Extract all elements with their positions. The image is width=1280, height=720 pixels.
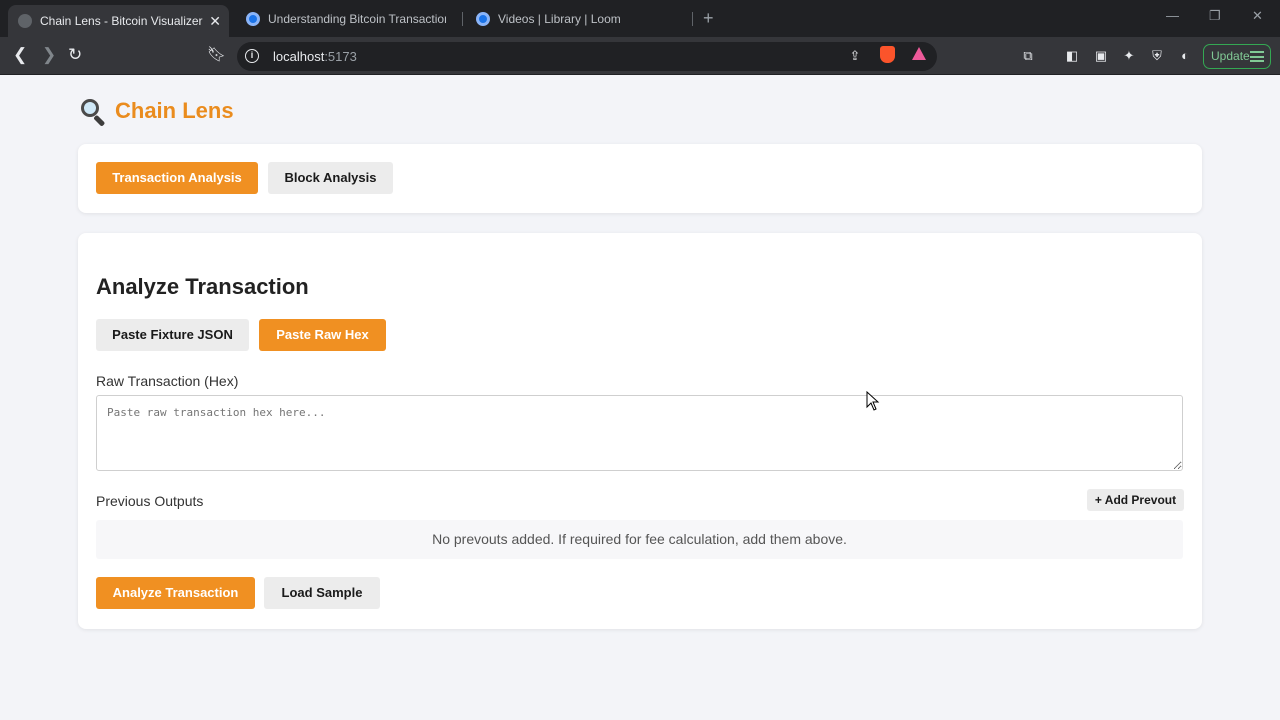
- globe-icon: [18, 14, 32, 28]
- raw-hex-input[interactable]: [96, 395, 1183, 471]
- leo-ai-icon[interactable]: ✦: [1121, 48, 1137, 64]
- brave-shields-icon[interactable]: [880, 46, 895, 63]
- window-close-icon[interactable]: ✕: [1252, 8, 1263, 24]
- tab-transaction-analysis[interactable]: Transaction Analysis: [96, 162, 258, 194]
- site-favicon-icon: [246, 11, 260, 26]
- url-host: localhost: [273, 49, 325, 64]
- menu-icon: [1250, 51, 1264, 62]
- magnifying-glass-icon: [79, 97, 107, 127]
- tab-title: Understanding Bitcoin Transactions a: [268, 11, 446, 26]
- analyze-transaction-button[interactable]: Analyze Transaction: [96, 577, 255, 609]
- back-icon[interactable]: ❮: [13, 45, 27, 65]
- raw-hex-label: Raw Transaction (Hex): [96, 373, 239, 389]
- tab-block-analysis[interactable]: Block Analysis: [268, 162, 393, 194]
- app-title: Chain Lens: [115, 98, 234, 123]
- screenshot-icon[interactable]: ⧉: [1020, 48, 1036, 64]
- tab-divider: [692, 12, 693, 26]
- sidebar-icon[interactable]: ◧: [1064, 48, 1080, 64]
- section-title: Analyze Transaction: [96, 274, 309, 299]
- url-port: :5173: [324, 49, 357, 64]
- app-header: Chain Lens: [79, 97, 234, 127]
- bookmark-icon[interactable]: 🔖︎: [207, 45, 226, 65]
- browser-tab-chain-lens[interactable]: Chain Lens - Bitcoin Visualizer ✕: [8, 5, 229, 37]
- update-label: Update: [1211, 49, 1250, 63]
- mode-tabs-card: Transaction Analysis Block Analysis: [78, 144, 1202, 213]
- url-text: localhost:5173: [273, 49, 357, 64]
- prevouts-empty-message: No prevouts added. If required for fee c…: [96, 520, 1183, 559]
- add-prevout-button[interactable]: + Add Prevout: [1087, 489, 1184, 511]
- browser-tab-loom[interactable]: Videos | Library | Loom: [466, 6, 686, 31]
- site-favicon-icon: [476, 11, 490, 26]
- browser-tab-strip: Chain Lens - Bitcoin Visualizer ✕ Unders…: [0, 0, 1280, 37]
- close-icon[interactable]: ✕: [209, 13, 221, 30]
- analyze-transaction-card: Analyze Transaction Paste Fixture JSON P…: [78, 233, 1202, 629]
- forward-icon[interactable]: ❯: [42, 45, 56, 65]
- vpn-shield-icon[interactable]: ⛨: [1149, 48, 1165, 64]
- brave-rewards-icon[interactable]: [912, 47, 926, 60]
- minimize-icon[interactable]: —: [1166, 8, 1179, 23]
- browser-toolbar: ❮ ❯ ↻ 🔖︎ i localhost:5173 ⇪: [0, 37, 1280, 75]
- load-sample-button[interactable]: Load Sample: [264, 577, 380, 609]
- restore-icon[interactable]: ❐: [1209, 8, 1221, 24]
- browser-tab-understanding-bitcoin[interactable]: Understanding Bitcoin Transactions a: [236, 6, 456, 31]
- previous-outputs-label: Previous Outputs: [96, 493, 204, 509]
- reload-icon[interactable]: ↻: [68, 45, 82, 65]
- update-button[interactable]: Update: [1203, 44, 1271, 69]
- wallet-icon[interactable]: ▣: [1093, 48, 1109, 64]
- tab-title: Videos | Library | Loom: [498, 11, 621, 26]
- paste-fixture-json-button[interactable]: Paste Fixture JSON: [96, 319, 249, 351]
- site-info-icon[interactable]: i: [245, 49, 259, 63]
- address-bar[interactable]: i localhost:5173 ⇪: [237, 42, 937, 71]
- night-mode-icon[interactable]: ◐: [1177, 48, 1193, 64]
- tab-title: Chain Lens - Bitcoin Visualizer: [40, 14, 203, 28]
- share-icon[interactable]: ⇪: [847, 48, 863, 64]
- new-tab-icon[interactable]: +: [703, 8, 714, 29]
- tab-divider: [462, 12, 463, 26]
- paste-raw-hex-button[interactable]: Paste Raw Hex: [259, 319, 386, 351]
